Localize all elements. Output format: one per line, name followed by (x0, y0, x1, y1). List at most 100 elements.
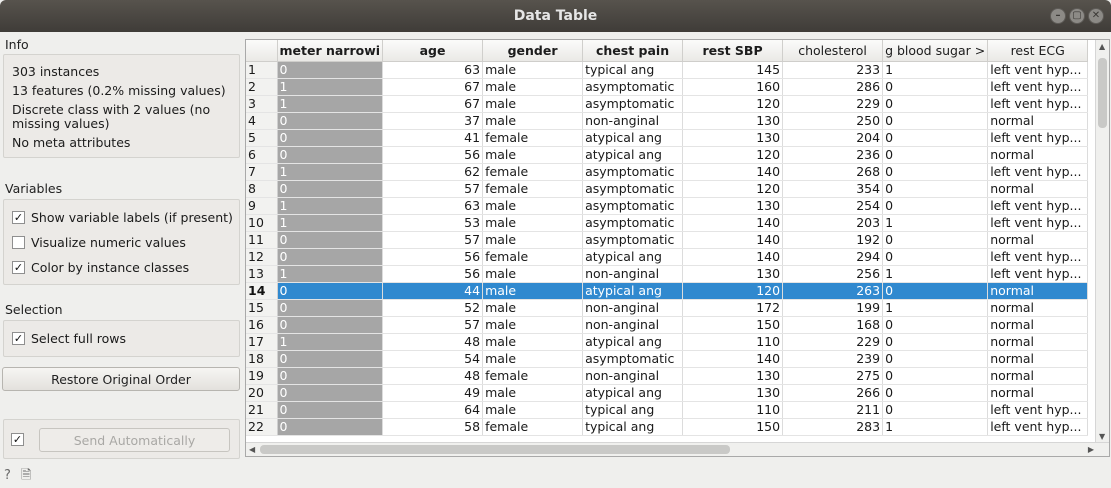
table-row[interactable]: 21 0 64 male typical ang 110 211 0 left vent hyp… (246, 401, 1089, 419)
table-cell[interactable]: 0 (277, 384, 384, 402)
table-cell[interactable]: normal (987, 112, 1089, 130)
table-cell[interactable]: 48 (382, 333, 484, 351)
table-cell[interactable]: 256 (782, 265, 884, 283)
table-row[interactable]: 4 0 37 male non-anginal 130 250 0 normal (246, 112, 1089, 130)
table-cell[interactable]: male (482, 231, 584, 249)
scroll-right-icon[interactable]: ▶ (1088, 446, 1094, 454)
table-cell[interactable]: left vent hyp... (987, 401, 1089, 419)
row-number[interactable]: 15 (246, 299, 278, 317)
auto-send-checkbox[interactable]: ✓ (11, 433, 24, 446)
visualize-numeric-row[interactable]: Visualize numeric values (12, 235, 186, 250)
table-row[interactable]: 13 1 56 male non-anginal 130 256 1 left vent hyp… (246, 265, 1089, 283)
row-number[interactable]: 14 (246, 282, 278, 300)
table-cell[interactable]: 0 (277, 61, 384, 79)
table-cell[interactable]: 1 (277, 95, 384, 113)
table-cell[interactable]: 0 (277, 316, 384, 334)
table-row[interactable]: 12 0 56 female atypical ang 140 294 0 left vent … (246, 248, 1089, 266)
table-cell[interactable]: 44 (382, 282, 484, 300)
row-number[interactable]: 20 (246, 384, 278, 402)
table-cell[interactable]: non-anginal (582, 367, 684, 385)
table-cell[interactable]: 0 (277, 180, 384, 198)
send-automatically-button[interactable]: Send Automatically (39, 428, 230, 452)
table-row[interactable]: 14 0 44 male atypical ang 120 263 0 normal (246, 282, 1089, 300)
table-cell[interactable]: left vent hyp... (987, 78, 1089, 96)
table-cell[interactable]: 266 (782, 384, 884, 402)
table-row[interactable]: 9 1 63 male asymptomatic 130 254 0 left vent hyp… (246, 197, 1089, 215)
table-cell[interactable]: 229 (782, 333, 884, 351)
color-by-class-row[interactable]: ✓ Color by instance classes (12, 260, 189, 275)
row-number[interactable]: 19 (246, 367, 278, 385)
vertical-scroll-thumb[interactable] (1098, 58, 1107, 128)
table-cell[interactable]: 0 (277, 248, 384, 266)
table-cell[interactable]: 203 (782, 214, 884, 232)
row-number[interactable]: 10 (246, 214, 278, 232)
table-cell[interactable]: male (482, 299, 584, 317)
table-cell[interactable]: female (482, 248, 584, 266)
table-cell[interactable]: 140 (682, 231, 784, 249)
table-cell[interactable]: male (482, 112, 584, 130)
table-cell[interactable]: male (482, 333, 584, 351)
table-cell[interactable]: 1 (882, 265, 989, 283)
table-cell[interactable]: asymptomatic (582, 350, 684, 368)
color-by-class-checkbox[interactable]: ✓ (12, 261, 25, 274)
table-cell[interactable]: 0 (277, 350, 384, 368)
table-cell[interactable]: 56 (382, 265, 484, 283)
show-labels-checkbox[interactable]: ✓ (12, 211, 25, 224)
table-cell[interactable]: 58 (382, 418, 484, 436)
table-cell[interactable]: 56 (382, 248, 484, 266)
row-number[interactable]: 8 (246, 180, 278, 198)
table-row[interactable]: 3 1 67 male asymptomatic 120 229 0 left vent hyp… (246, 95, 1089, 113)
table-cell[interactable]: left vent hyp... (987, 197, 1089, 215)
table-cell[interactable]: 263 (782, 282, 884, 300)
table-row[interactable]: 7 1 62 female asymptomatic 140 268 0 left vent h… (246, 163, 1089, 181)
table-grid[interactable]: meter narrowi age gender chest pain rest… (246, 40, 1089, 436)
table-cell[interactable]: 1 (277, 78, 384, 96)
table-cell[interactable]: 0 (277, 367, 384, 385)
table-cell[interactable]: 150 (682, 316, 784, 334)
table-cell[interactable]: 0 (882, 282, 989, 300)
table-cell[interactable]: 0 (277, 401, 384, 419)
table-row[interactable]: 20 0 49 male atypical ang 130 266 0 normal (246, 384, 1089, 402)
table-cell[interactable]: female (482, 129, 584, 147)
help-icon[interactable]: ? (4, 468, 11, 483)
table-cell[interactable]: female (482, 418, 584, 436)
table-cell[interactable]: 0 (882, 112, 989, 130)
report-icon[interactable]: 🗎 (21, 468, 31, 483)
horizontal-scroll-thumb[interactable] (260, 445, 730, 454)
table-cell[interactable]: 120 (682, 146, 784, 164)
table-cell[interactable]: normal (987, 180, 1089, 198)
table-cell[interactable]: male (482, 214, 584, 232)
restore-order-button[interactable]: Restore Original Order (2, 367, 240, 391)
table-cell[interactable]: 130 (682, 129, 784, 147)
table-cell[interactable]: left vent hyp... (987, 163, 1089, 181)
table-cell[interactable]: asymptomatic (582, 231, 684, 249)
table-row[interactable]: 6 0 56 male atypical ang 120 236 0 normal (246, 146, 1089, 164)
table-cell[interactable]: non-anginal (582, 112, 684, 130)
table-cell[interactable]: 130 (682, 265, 784, 283)
row-number[interactable]: 13 (246, 265, 278, 283)
table-cell[interactable]: atypical ang (582, 333, 684, 351)
table-cell[interactable]: 1 (277, 333, 384, 351)
table-cell[interactable]: 130 (682, 197, 784, 215)
table-cell[interactable]: 1 (277, 197, 384, 215)
row-number[interactable]: 2 (246, 78, 278, 96)
table-cell[interactable]: asymptomatic (582, 163, 684, 181)
table-cell[interactable]: left vent hyp... (987, 129, 1089, 147)
table-cell[interactable]: male (482, 316, 584, 334)
table-cell[interactable]: 239 (782, 350, 884, 368)
table-cell[interactable]: 204 (782, 129, 884, 147)
table-cell[interactable]: 0 (882, 197, 989, 215)
table-cell[interactable]: 145 (682, 61, 784, 79)
table-cell[interactable]: 0 (277, 299, 384, 317)
minimize-icon[interactable]: – (1050, 8, 1066, 24)
table-cell[interactable]: 150 (682, 418, 784, 436)
table-cell[interactable]: normal (987, 384, 1089, 402)
table-cell[interactable]: female (482, 180, 584, 198)
table-cell[interactable]: female (482, 367, 584, 385)
table-cell[interactable]: 250 (782, 112, 884, 130)
auto-send-row[interactable]: ✓ (11, 433, 30, 446)
table-cell[interactable]: 140 (682, 248, 784, 266)
table-cell[interactable]: male (482, 350, 584, 368)
table-cell[interactable]: asymptomatic (582, 214, 684, 232)
table-row[interactable]: 5 0 41 female atypical ang 130 204 0 left vent h… (246, 129, 1089, 147)
